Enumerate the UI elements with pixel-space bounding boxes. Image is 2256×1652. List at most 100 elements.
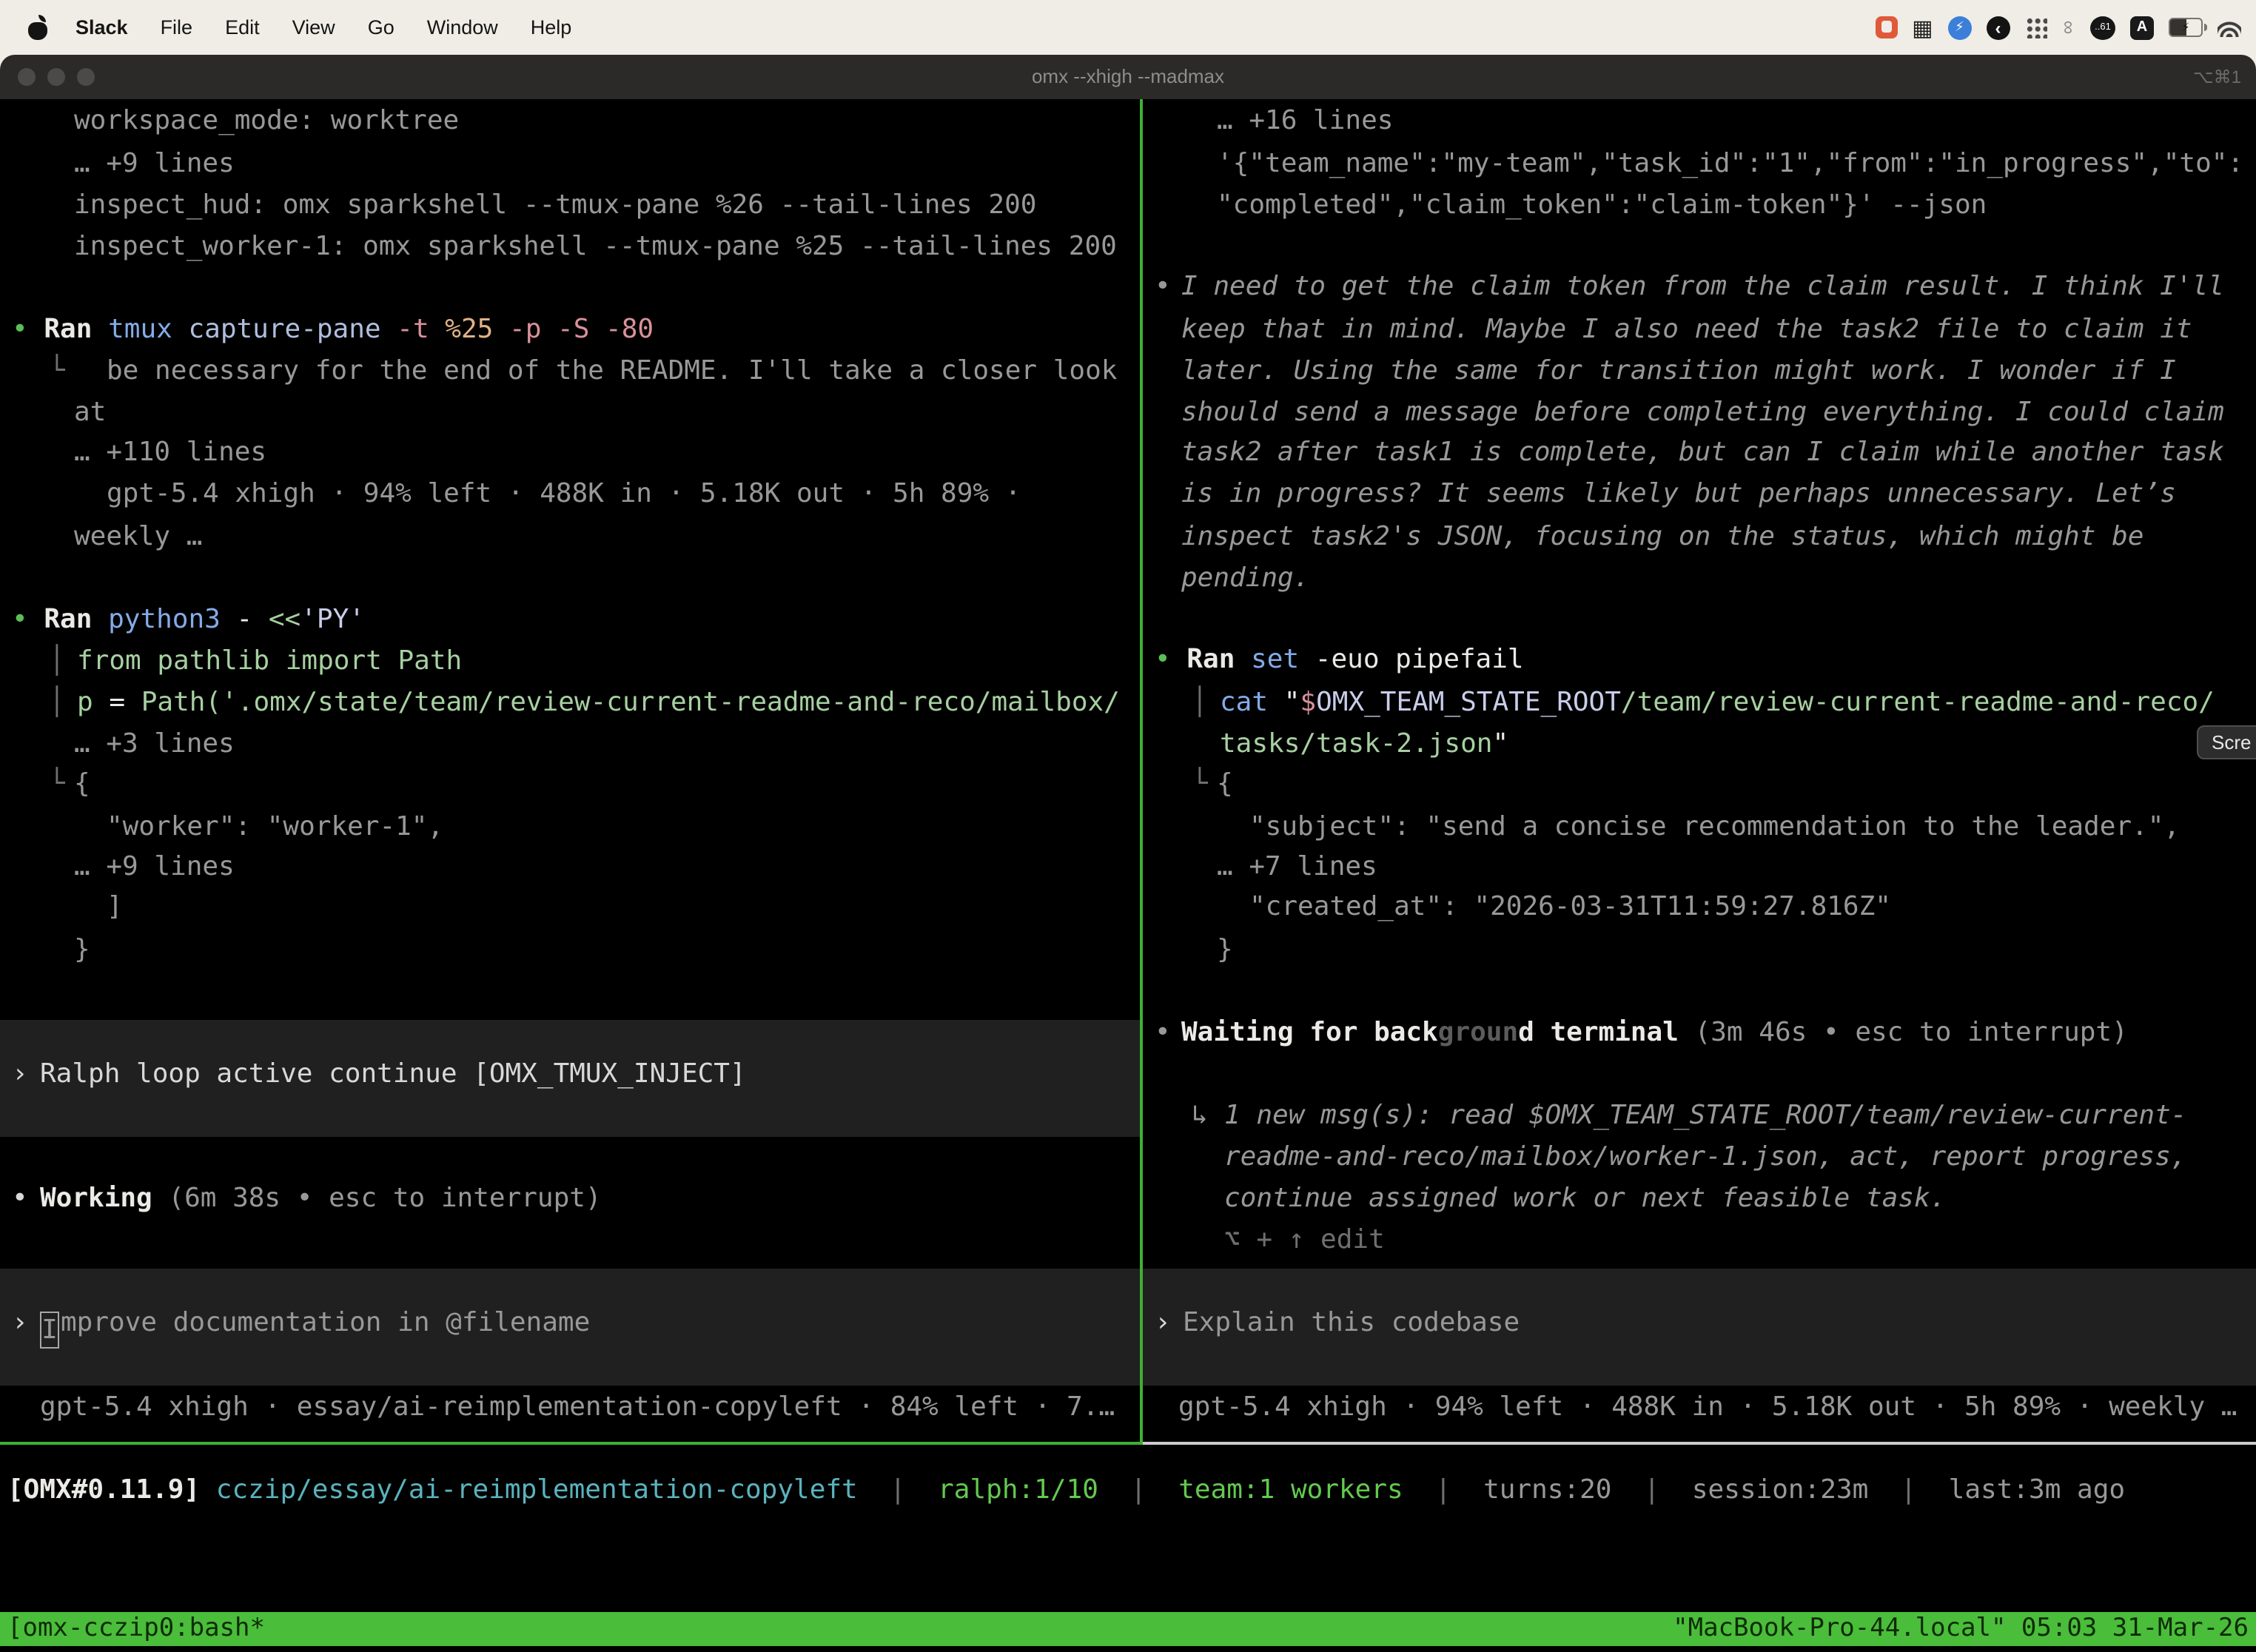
text-segment: is in progress? It seems likely but perh… — [1181, 478, 2176, 509]
terminal-text-line: │ — [49, 682, 65, 724]
text-segment: Ran — [44, 314, 108, 345]
text-segment: p — [77, 687, 109, 718]
menu-file[interactable]: File — [144, 16, 209, 38]
text-segment: -p -S -80 — [493, 314, 654, 345]
text-segment: … +9 lines — [74, 851, 235, 882]
media-app-icon[interactable]: ‹ — [1986, 16, 2010, 39]
text-segment: Path('.omx/state/team/review-current-rea… — [141, 687, 1120, 718]
text-cursor: I — [40, 1312, 59, 1349]
menu-view[interactable]: View — [276, 16, 352, 38]
model-status-line: gpt-5.4 xhigh · essay/ai-reimplementatio… — [40, 1387, 1115, 1428]
text-segment: ↳ — [1192, 1100, 1208, 1131]
text-segment: | — [1403, 1474, 1483, 1505]
wifi-icon[interactable] — [2218, 19, 2241, 36]
screen: SlackFileEditViewGoWindowHelp ▦ ⚡ ‹ ∞ ..61 A ⚡… — [0, 0, 2256, 1652]
thinking-text: keep that in mind. Maybe I also need the… — [1181, 309, 2192, 351]
prompt-placeholder[interactable]: Improve documentation in @filename — [40, 1303, 590, 1344]
text-segment: ] — [107, 891, 123, 922]
text-segment: … +16 lines — [1217, 105, 1393, 136]
apple-menu-icon[interactable] — [28, 16, 47, 39]
text-segment: › — [1155, 1307, 1171, 1338]
text-segment: at — [74, 397, 106, 428]
stats-app-icon[interactable]: ⚡ — [1947, 16, 1971, 39]
window-title-bar[interactable]: omx --xhigh --madmax ⌥⌘1 — [0, 55, 2256, 99]
text-segment: pending. — [1181, 563, 1309, 594]
pane-divider[interactable] — [1140, 99, 1143, 1445]
terminal-text-line: cat "$OMX_TEAM_STATE_ROOT/team/review-cu… — [1220, 682, 2215, 724]
text-segment: "subject": "send a concise recommendatio… — [1249, 811, 2180, 842]
menu-help[interactable]: Help — [514, 16, 588, 38]
squiggle-icon[interactable]: ∞ — [2058, 21, 2080, 35]
terminal-content[interactable]: Scre [omx-cczip0:bash* "MacBook-Pro-44.l… — [0, 99, 2256, 1652]
menu-go[interactable]: Go — [352, 16, 411, 38]
terminal-text-line: { — [1217, 764, 1233, 805]
battery-icon[interactable]: ⚡ — [2169, 18, 2203, 37]
command-line: • Ran python3 - <<'PY' — [12, 600, 365, 641]
text-segment: OMX_TEAM_STATE_ROOT — [1316, 687, 1621, 718]
terminal-pane-right[interactable]: … +16 lines '{"team_name":"my-team","task… — [1143, 99, 2256, 1652]
text-segment: │ — [49, 687, 65, 718]
terminal-text-line: at — [74, 392, 106, 434]
text-segment: │ — [1192, 687, 1208, 718]
terminal-text-line: … +9 lines — [74, 144, 235, 185]
terminal-text-line: p = Path('.omx/state/team/review-current… — [77, 682, 1120, 724]
shield-app-icon[interactable]: ▦ — [1912, 14, 1933, 41]
text-segment: later. Using the same for transition mig… — [1181, 355, 2176, 386]
terminal-text-line: … +7 lines — [1217, 847, 1377, 888]
mailbox-message: 1 new msg(s): read $OMX_TEAM_STATE_ROOT/… — [1224, 1095, 2186, 1137]
terminal-text-line: "created_at": "2026-03-31T11:59:27.816Z" — [1249, 887, 1891, 928]
text-segment: $ — [1300, 687, 1316, 718]
waiting-status: Waiting for background terminal (3m 46s … — [1181, 1013, 2128, 1054]
text-segment: "worker": "worker-1", — [107, 811, 443, 842]
input-source-icon[interactable]: A — [2130, 16, 2154, 39]
thinking-text: is in progress? It seems likely but perh… — [1181, 474, 2176, 515]
terminal-text-line: ] — [107, 887, 123, 928]
menu-edit[interactable]: Edit — [209, 16, 276, 38]
window-shortcut-hint: ⌥⌘1 — [2193, 55, 2241, 99]
count-badge-icon[interactable]: ..61 — [2090, 16, 2115, 39]
text-segment: Ran — [44, 604, 108, 635]
text-segment: last:3m ago — [1949, 1474, 2125, 1505]
text-segment: | — [1868, 1474, 1948, 1505]
text-segment: should send a message before completing … — [1181, 397, 2224, 428]
command-line: • Ran tmux capture-pane -t %25 -p -S -80 — [12, 309, 654, 351]
terminal-text-line: … +3 lines — [74, 724, 235, 765]
dots-grid-icon[interactable] — [2024, 16, 2047, 38]
text-segment: • — [12, 1183, 28, 1214]
text-segment: << — [269, 604, 301, 635]
text-segment: = — [109, 687, 141, 718]
text-segment: • — [12, 604, 44, 635]
menu-slack[interactable]: Slack — [59, 16, 144, 38]
text-segment: { — [74, 768, 90, 799]
text-segment: … +9 lines — [74, 148, 235, 179]
terminal-text-line: └ — [1192, 764, 1208, 805]
text-segment: python3 — [108, 604, 221, 635]
prompt-placeholder[interactable]: Explain this codebase — [1183, 1303, 1520, 1344]
text-segment: from pathlib import Path — [77, 645, 462, 676]
text-segment: └ — [1192, 768, 1208, 799]
text-segment: } — [74, 934, 90, 965]
chat-app-icon[interactable] — [1875, 16, 1897, 38]
text-segment: inspect task2's JSON, focusing on the st… — [1181, 521, 2143, 552]
text-segment: gpt-5.4 xhigh · 94% left · 488K in · 5.1… — [107, 478, 1021, 509]
text-segment: ralph:1/10 — [938, 1474, 1098, 1505]
text-segment: Ran — [1186, 644, 1251, 675]
text-segment: 1 new msg(s): read $OMX_TEAM_STATE_ROOT/… — [1224, 1100, 2186, 1131]
terminal-text-line: } — [74, 930, 90, 971]
injected-command-text: Ralph loop active continue [OMX_TMUX_INJ… — [40, 1054, 746, 1095]
terminal-text-line: from pathlib import Path — [77, 641, 462, 682]
text-segment: (3m 46s • esc to interrupt) — [1679, 1017, 2128, 1048]
text-segment: • — [1155, 644, 1186, 675]
text-segment: capture-pane — [172, 314, 381, 345]
terminal-text-line: • — [1155, 1013, 1171, 1054]
app-menus: SlackFileEditViewGoWindowHelp — [59, 16, 588, 38]
text-segment: … +110 lines — [74, 437, 266, 468]
window-title: omx --xhigh --madmax — [0, 55, 2256, 99]
text-segment: cat — [1220, 687, 1268, 718]
text-segment: | — [1098, 1474, 1178, 1505]
text-segment: › — [12, 1058, 28, 1089]
menu-window[interactable]: Window — [411, 16, 514, 38]
terminal-text-line: '{"team_name":"my-team","task_id":"1","f… — [1217, 144, 2243, 185]
terminal-pane-left[interactable]: workspace_mode: worktree… +9 linesinspec… — [0, 99, 1140, 1652]
text-segment: inspect_hud: omx sparkshell --tmux-pane … — [74, 189, 1036, 221]
